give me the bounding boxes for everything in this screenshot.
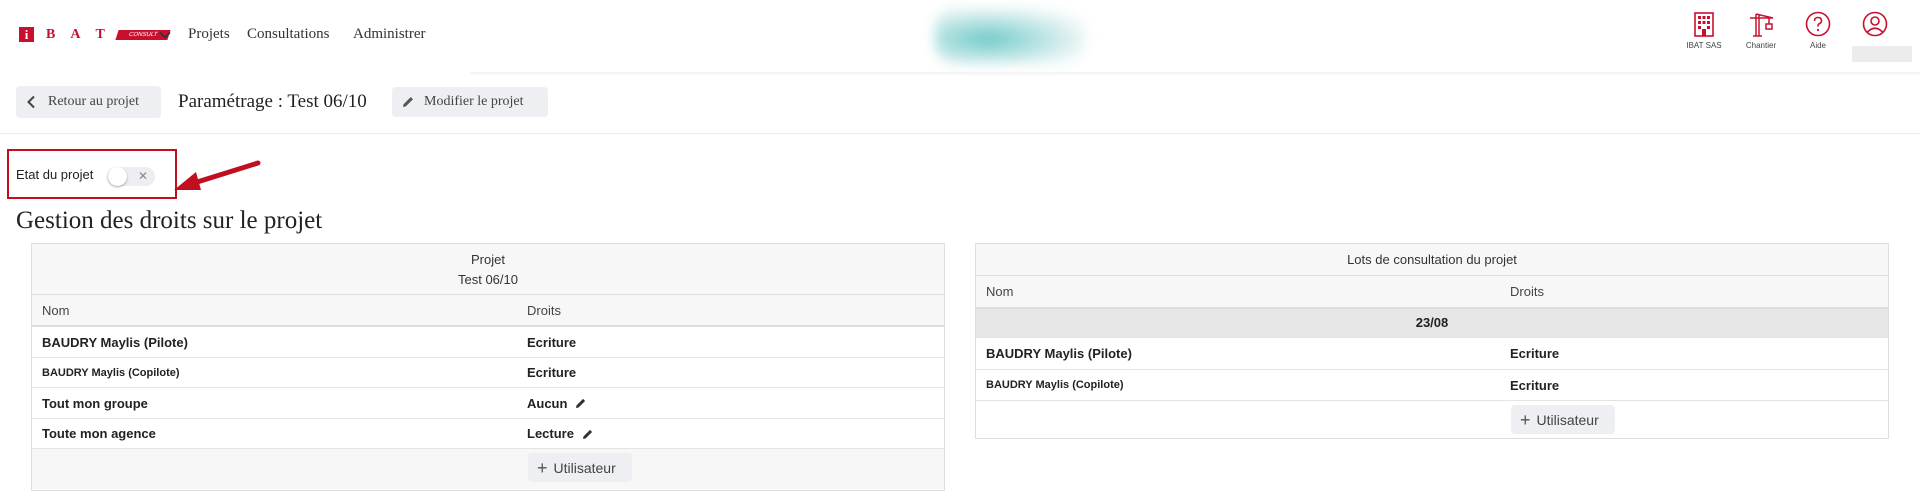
row-rights: Lecture xyxy=(527,426,574,441)
logo-i-mark: i xyxy=(19,27,34,42)
chevron-left-icon xyxy=(27,95,35,109)
row-rights: Ecriture xyxy=(527,334,577,350)
add-user-label: Utilisateur xyxy=(553,459,616,476)
toggle-off-icon: ✕ xyxy=(138,169,149,183)
user-menu[interactable] xyxy=(1850,10,1900,38)
navbar-shadow xyxy=(470,72,1920,76)
caption-project: Test 06/10 xyxy=(458,272,518,287)
table-caption: Projet Test 06/10 xyxy=(32,244,944,295)
add-user-button[interactable]: + Utilisateur xyxy=(528,453,632,482)
logo-letter: A xyxy=(70,26,81,42)
row-rights: Ecriture xyxy=(1510,377,1560,393)
column-header-droits: Droits xyxy=(1510,284,1544,299)
row-name: BAUDRY Maylis (Copilote) xyxy=(42,366,180,379)
add-user-button[interactable]: + Utilisateur xyxy=(1511,405,1615,434)
back-button-label: Retour au projet xyxy=(48,94,139,109)
table-header-row: Nom Droits xyxy=(32,295,944,327)
chantier-caption: Chantier xyxy=(1745,41,1777,50)
building-icon xyxy=(1694,12,1714,37)
row-name: Tout mon groupe xyxy=(42,395,148,411)
edit-rights-pencil-icon[interactable] xyxy=(575,397,587,409)
plus-icon: + xyxy=(1520,409,1531,430)
blurred-client-logo xyxy=(935,8,1085,64)
user-name-redacted xyxy=(1852,46,1912,62)
table-header-row: Nom Droits xyxy=(976,276,1888,309)
plus-icon: + xyxy=(537,457,548,478)
project-state-label: Etat du projet xyxy=(16,167,94,182)
toggle-knob xyxy=(108,167,127,186)
page-title: Paramétrage : Test 06/10 xyxy=(178,91,367,112)
table-caption: Lots de consultation du projet xyxy=(976,244,1888,276)
table-row: Tout mon groupe Aucun xyxy=(32,388,944,419)
nav-consultations[interactable]: Consultations xyxy=(247,26,330,43)
ibat-consult-logo[interactable]: i B A T CONSULT xyxy=(19,27,171,43)
pencil-icon xyxy=(403,97,413,107)
table-row: BAUDRY Maylis (Copilote) Ecriture xyxy=(976,370,1888,401)
row-name: BAUDRY Maylis (Copilote) xyxy=(986,379,1124,391)
top-navbar: i B A T CONSULT Projets Consultations Ad… xyxy=(0,0,1920,72)
row-rights: Ecriture xyxy=(1510,346,1560,361)
crane-icon xyxy=(1750,13,1774,37)
add-user-label: Utilisateur xyxy=(1536,411,1599,428)
chantier-menu[interactable]: Chantier xyxy=(1736,10,1786,50)
edit-rights-pencil-icon[interactable] xyxy=(582,428,594,440)
company-menu[interactable]: IBAT SAS xyxy=(1679,10,1729,50)
help-caption: Aide xyxy=(1809,41,1826,50)
edit-button-label: Modifier le projet xyxy=(424,94,524,109)
nav-administrer[interactable]: Administrer xyxy=(353,26,426,43)
logo-letters: B A T xyxy=(46,27,105,43)
caption-title: Projet xyxy=(471,252,505,267)
row-rights-cell: Aucun xyxy=(527,388,587,418)
edit-project-button[interactable]: Modifier le projet xyxy=(392,87,548,117)
chevron-down-icon[interactable] xyxy=(158,28,172,42)
help-menu[interactable]: Aide xyxy=(1793,10,1843,50)
logo-letter: B xyxy=(46,26,56,42)
row-name: Toute mon agence xyxy=(42,426,156,441)
annotation-arrow-icon xyxy=(174,160,261,190)
lot-group-row: 23/08 xyxy=(976,309,1888,338)
section-title: Gestion des droits sur le projet xyxy=(16,207,323,234)
project-state-toggle[interactable]: ✕ xyxy=(107,167,155,186)
table-row: BAUDRY Maylis (Pilote) Ecriture xyxy=(976,338,1888,370)
table-footer-row: + Utilisateur xyxy=(976,401,1888,438)
column-header-nom: Nom xyxy=(42,302,70,318)
page-subheader: Retour au projet Paramétrage : Test 06/1… xyxy=(0,80,1920,134)
user-icon xyxy=(1862,11,1888,37)
column-header-nom: Nom xyxy=(986,284,1014,299)
back-to-project-button[interactable]: Retour au projet xyxy=(16,86,161,118)
table-row: Toute mon agence Lecture xyxy=(32,419,944,449)
logo-letter: T xyxy=(95,26,105,42)
row-rights: Aucun xyxy=(527,395,568,411)
company-caption: IBAT SAS xyxy=(1686,41,1722,50)
table-footer-row: + Utilisateur xyxy=(32,449,944,489)
project-rights-table: Projet Test 06/10 Nom Droits BAUDRY Mayl… xyxy=(31,243,945,491)
nav-projets[interactable]: Projets xyxy=(188,26,230,43)
help-icon xyxy=(1805,11,1831,37)
row-rights-cell: Lecture xyxy=(527,419,594,448)
row-name: BAUDRY Maylis (Pilote) xyxy=(986,346,1132,361)
lots-rights-table: Lots de consultation du projet Nom Droit… xyxy=(975,243,1889,439)
row-name: BAUDRY Maylis (Pilote) xyxy=(42,334,188,350)
table-row: BAUDRY Maylis (Pilote) Ecriture xyxy=(32,327,944,358)
table-row: BAUDRY Maylis (Copilote) Ecriture xyxy=(32,358,944,388)
row-rights: Ecriture xyxy=(527,365,577,380)
column-header-droits: Droits xyxy=(527,302,561,318)
